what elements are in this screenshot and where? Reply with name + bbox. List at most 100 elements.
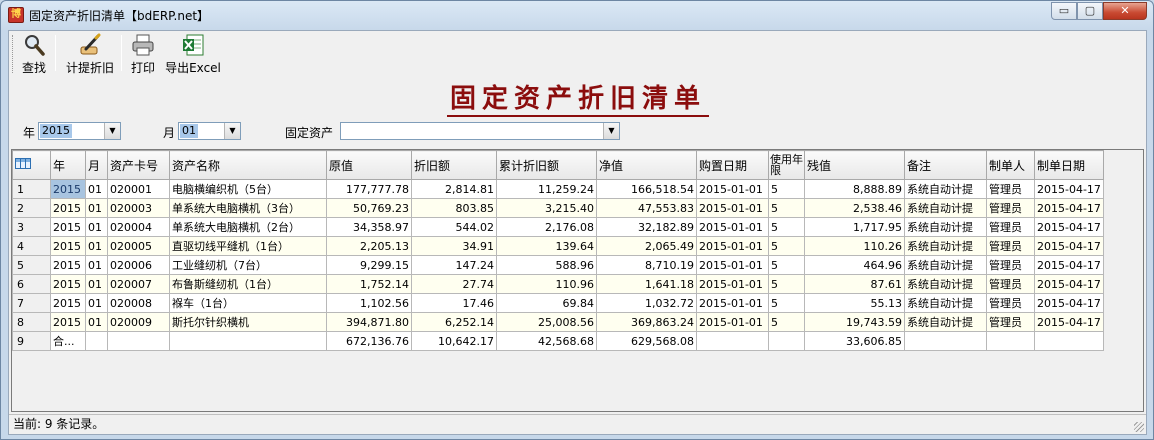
cell-depreciation[interactable]: 544.02 (411, 217, 497, 237)
cell-make-date[interactable]: 2015-04-17 (1034, 293, 1104, 313)
cell-life[interactable]: 5 (768, 293, 805, 313)
cell-purchase-date[interactable]: 2015-01-01 (696, 312, 769, 332)
cell-net[interactable]: 369,863.24 (596, 312, 697, 332)
cell-purchase-date[interactable]: 2015-01-01 (696, 217, 769, 237)
cell-residual[interactable]: 1,717.95 (804, 217, 905, 237)
cell-note[interactable]: 系统自动计提 (904, 274, 987, 294)
resize-grip-icon[interactable] (1134, 422, 1144, 432)
cell-accumulated[interactable]: 11,259.24 (496, 179, 597, 199)
cell-net[interactable]: 166,518.54 (596, 179, 697, 199)
cell-life[interactable]: 5 (768, 312, 805, 332)
close-button[interactable]: ✕ (1103, 2, 1147, 20)
cell-note[interactable]: 系统自动计提 (904, 312, 987, 332)
cell-year[interactable]: 2015 (50, 255, 86, 275)
cell-name[interactable]: 斯托尔针织横机 (169, 312, 327, 332)
cell-net[interactable]: 2,065.49 (596, 236, 697, 256)
cell-maker[interactable]: 管理员 (986, 274, 1035, 294)
chevron-down-icon[interactable]: ▼ (603, 123, 619, 139)
cell-life[interactable]: 5 (768, 179, 805, 199)
column-header[interactable]: 备注 (904, 150, 987, 180)
cell-name[interactable]: 褓车（1台） (169, 293, 327, 313)
cell-purchase-date[interactable]: 2015-01-01 (696, 179, 769, 199)
cell-life[interactable]: 5 (768, 198, 805, 218)
column-header[interactable]: 累计折旧额 (496, 150, 597, 180)
cell-life[interactable] (768, 331, 805, 351)
toolbar-grip[interactable] (12, 35, 15, 73)
cell-purchase-date[interactable]: 2015-01-01 (696, 274, 769, 294)
column-header[interactable]: 净值 (596, 150, 697, 180)
cell-life[interactable]: 5 (768, 274, 805, 294)
cell-accumulated[interactable]: 25,008.56 (496, 312, 597, 332)
cell-card[interactable] (107, 331, 170, 351)
cell-make-date[interactable]: 2015-04-17 (1034, 217, 1104, 237)
column-header[interactable]: 年 (50, 150, 86, 180)
table-row[interactable]: 1 2015 01 020001 电脑横编织机（5台） 177,777.78 2… (12, 179, 1104, 199)
cell-month[interactable]: 01 (85, 274, 108, 294)
column-header[interactable]: 资产名称 (169, 150, 327, 180)
cell-note[interactable]: 系统自动计提 (904, 255, 987, 275)
cell-net[interactable]: 8,710.19 (596, 255, 697, 275)
cell-month[interactable]: 01 (85, 179, 108, 199)
cell-residual[interactable]: 110.26 (804, 236, 905, 256)
cell-year[interactable]: 2015 (50, 274, 86, 294)
cell-depreciation[interactable]: 34.91 (411, 236, 497, 256)
cell-purchase-date[interactable]: 2015-01-01 (696, 293, 769, 313)
column-header[interactable]: 资产卡号 (107, 150, 170, 180)
cell-year[interactable]: 2015 (50, 312, 86, 332)
cell-depreciation[interactable]: 803.85 (411, 198, 497, 218)
cell-original[interactable]: 34,358.97 (326, 217, 412, 237)
select-all-corner[interactable] (12, 150, 51, 180)
cell-card[interactable]: 020004 (107, 217, 170, 237)
cell-name[interactable]: 单系统大电脑横机（2台） (169, 217, 327, 237)
cell-note[interactable] (904, 331, 987, 351)
cell-residual[interactable]: 55.13 (804, 293, 905, 313)
cell-original[interactable]: 177,777.78 (326, 179, 412, 199)
cell-card[interactable]: 020001 (107, 179, 170, 199)
cell-month[interactable]: 01 (85, 198, 108, 218)
cell-original[interactable]: 9,299.15 (326, 255, 412, 275)
cell-depreciation[interactable]: 2,814.81 (411, 179, 497, 199)
find-button[interactable]: 查找 (19, 33, 49, 75)
table-row[interactable]: 6 2015 01 020007 布鲁斯缝纫机（1台） 1,752.14 27.… (12, 274, 1104, 294)
cell-accumulated[interactable]: 2,176.08 (496, 217, 597, 237)
depreciate-button[interactable]: 计提折旧 (63, 33, 117, 75)
cell-note[interactable]: 系统自动计提 (904, 217, 987, 237)
cell-name[interactable]: 单系统大电脑横机（3台） (169, 198, 327, 218)
cell-card[interactable]: 020008 (107, 293, 170, 313)
column-header[interactable]: 制单日期 (1034, 150, 1104, 180)
total-net[interactable]: 629,568.08 (596, 331, 697, 351)
cell-make-date[interactable]: 2015-04-17 (1034, 236, 1104, 256)
cell-year[interactable]: 2015 (50, 217, 86, 237)
table-row[interactable]: 8 2015 01 020009 斯托尔针织横机 394,871.80 6,25… (12, 312, 1104, 332)
cell-life[interactable]: 5 (768, 217, 805, 237)
print-button[interactable]: 打印 (127, 33, 159, 75)
cell-maker[interactable]: 管理员 (986, 255, 1035, 275)
column-header[interactable]: 制单人 (986, 150, 1035, 180)
cell-depreciation[interactable]: 27.74 (411, 274, 497, 294)
cell-residual[interactable]: 2,538.46 (804, 198, 905, 218)
cell-note[interactable]: 系统自动计提 (904, 236, 987, 256)
column-header[interactable]: 购置日期 (696, 150, 769, 180)
cell-residual[interactable]: 87.61 (804, 274, 905, 294)
minimize-button[interactable]: ▭ (1051, 2, 1077, 20)
cell-month[interactable]: 01 (85, 217, 108, 237)
cell-original[interactable]: 50,769.23 (326, 198, 412, 218)
cell-name[interactable]: 电脑横编织机（5台） (169, 179, 327, 199)
cell-net[interactable]: 47,553.83 (596, 198, 697, 218)
cell-maker[interactable]: 管理员 (986, 217, 1035, 237)
cell-month[interactable]: 01 (85, 312, 108, 332)
cell-card[interactable]: 020005 (107, 236, 170, 256)
cell-year[interactable]: 2015 (50, 179, 86, 199)
data-grid[interactable]: 年 月 资产卡号 资产名称 原值 折旧额 累计折旧额 净值 购置日期 使用年限 … (11, 149, 1144, 412)
cell-name[interactable]: 直驱切线平缝机（1台） (169, 236, 327, 256)
cell-residual[interactable]: 19,743.59 (804, 312, 905, 332)
cell-year[interactable]: 2015 (50, 236, 86, 256)
total-original[interactable]: 672,136.76 (326, 331, 412, 351)
cell-original[interactable]: 1,752.14 (326, 274, 412, 294)
cell-maker[interactable]: 管理员 (986, 312, 1035, 332)
total-accumulated[interactable]: 42,568.68 (496, 331, 597, 351)
cell-note[interactable]: 系统自动计提 (904, 179, 987, 199)
cell-card[interactable]: 020006 (107, 255, 170, 275)
cell-maker[interactable]: 管理员 (986, 293, 1035, 313)
column-header[interactable]: 月 (85, 150, 108, 180)
